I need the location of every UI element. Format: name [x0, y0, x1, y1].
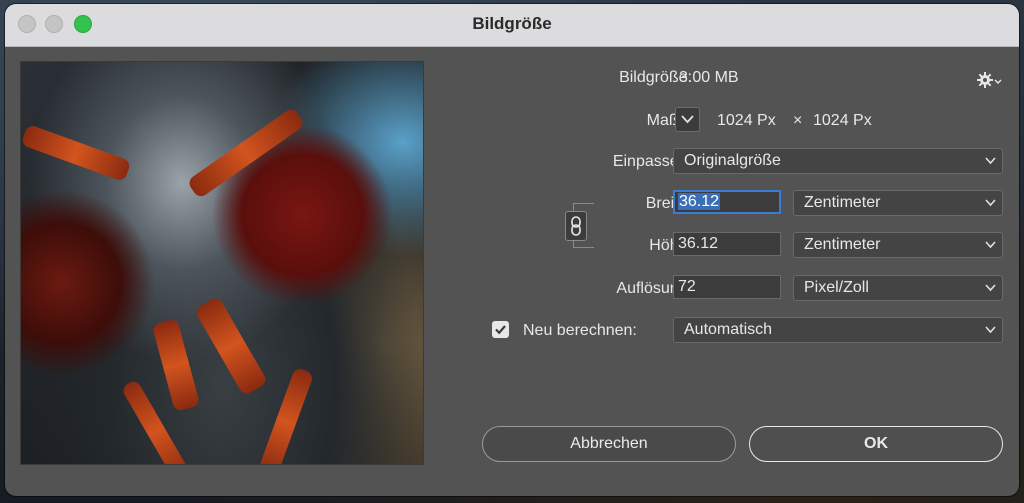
chevron-down-icon [985, 326, 996, 334]
dimensions-height-value: 1024 Px [813, 112, 872, 129]
resolution-value: 72 [678, 278, 696, 295]
preview-detail [257, 366, 315, 464]
preview-detail [186, 106, 306, 200]
resample-method-dropdown[interactable]: Automatisch [673, 317, 1003, 343]
preview-detail [151, 318, 201, 412]
chevron-down-icon [985, 241, 996, 249]
chevron-down-icon [985, 199, 996, 207]
chevron-down-icon [985, 284, 996, 292]
fit-value: Originalgröße [684, 152, 781, 169]
resolution-input[interactable]: 72 [673, 275, 781, 299]
resample-label: Neu berechnen: [523, 322, 637, 339]
ok-button[interactable]: OK [749, 426, 1003, 462]
resample-checkbox[interactable] [492, 321, 509, 338]
resolution-unit-dropdown[interactable]: Pixel/Zoll [793, 275, 1003, 301]
image-size-dialog: Bildgröße Bildgröße: 3.00 MB Maße: 1024 … [5, 4, 1019, 496]
resample-method-value: Automatisch [684, 321, 773, 338]
image-preview[interactable] [20, 61, 424, 465]
width-unit-dropdown[interactable]: Zentimeter [793, 190, 1003, 216]
checkmark-icon [495, 325, 506, 335]
width-value: 36.12 [678, 193, 721, 210]
width-input[interactable]: 36.12 [673, 190, 781, 214]
dimensions-times: × [793, 112, 803, 129]
fit-dropdown[interactable]: Originalgröße [673, 148, 1003, 174]
window-title: Bildgröße [472, 14, 552, 33]
link-icon [571, 216, 581, 236]
image-size-value: 3.00 MB [679, 69, 739, 86]
resolution-unit-value: Pixel/Zoll [804, 279, 869, 296]
height-value: 36.12 [678, 235, 719, 252]
height-unit-dropdown[interactable]: Zentimeter [793, 232, 1003, 258]
height-unit-value: Zentimeter [804, 236, 881, 253]
dimensions-width-value: 1024 Px [717, 112, 776, 129]
constrain-bracket-bottom [573, 241, 594, 248]
constrain-proportions-toggle[interactable] [565, 211, 587, 241]
height-input[interactable]: 36.12 [673, 232, 781, 256]
width-unit-value: Zentimeter [804, 194, 881, 211]
cancel-button[interactable]: Abbrechen [482, 426, 736, 462]
preview-detail [21, 123, 132, 183]
gear-icon[interactable] [976, 70, 1002, 90]
preview-detail [193, 295, 269, 397]
chevron-down-icon [985, 157, 996, 165]
title-bar: Bildgröße [5, 4, 1019, 47]
chevron-down-icon [681, 115, 694, 124]
dimensions-unit-menu[interactable] [675, 107, 700, 132]
